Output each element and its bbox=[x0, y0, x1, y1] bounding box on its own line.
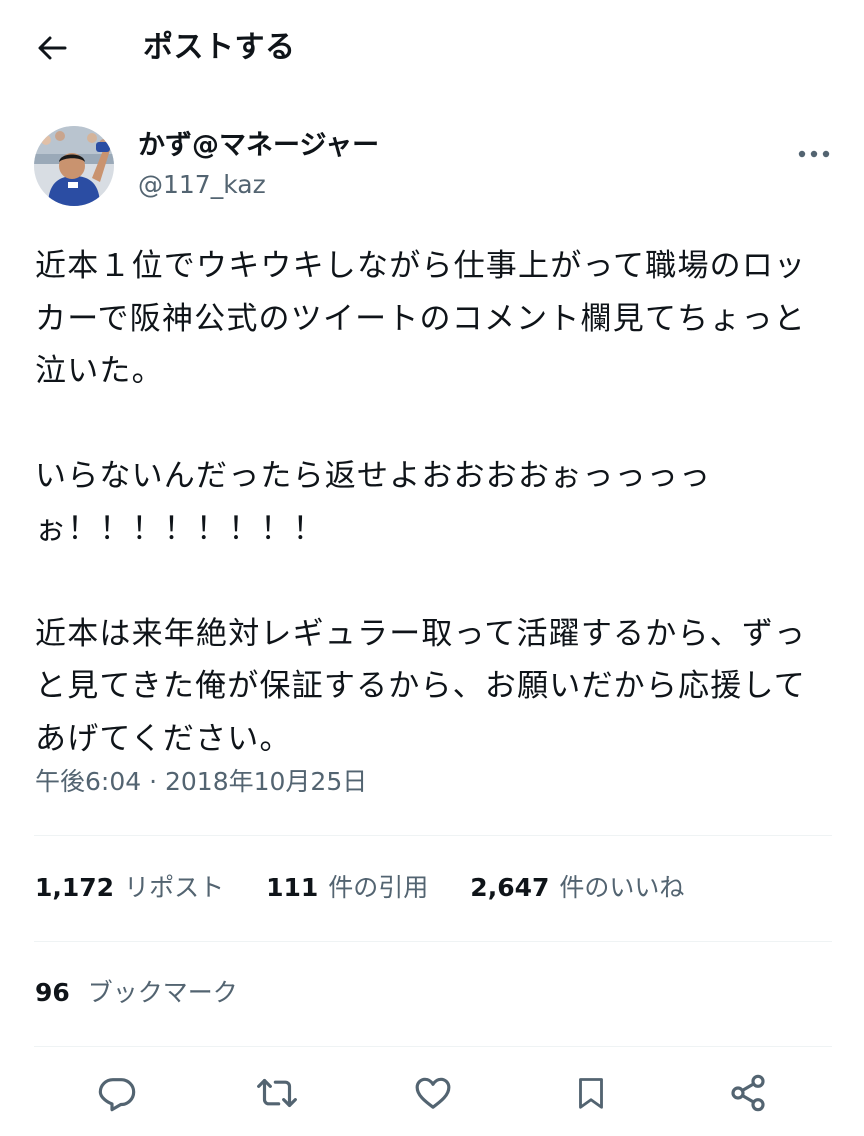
likes-label: 件のいいね bbox=[559, 873, 685, 902]
author-row: かず@マネージャー @117_kaz bbox=[34, 126, 834, 208]
bookmarks-label: ブックマーク bbox=[87, 978, 238, 1007]
repost-button[interactable] bbox=[252, 1068, 302, 1118]
reply-icon bbox=[98, 1078, 136, 1112]
divider bbox=[34, 1046, 832, 1047]
divider bbox=[34, 941, 832, 942]
bookmark-button[interactable] bbox=[566, 1068, 616, 1118]
engagement-stats: 1,172 リポスト 111 件の引用 2,647 件のいいね bbox=[35, 870, 726, 906]
page-title: ポストする bbox=[143, 30, 296, 65]
bookmarks-count: 96 bbox=[35, 978, 70, 1007]
reposts-count: 1,172 bbox=[35, 873, 115, 902]
avatar[interactable] bbox=[34, 126, 114, 206]
quotes-label: 件の引用 bbox=[328, 873, 429, 902]
arrow-left-icon bbox=[38, 36, 67, 60]
more-button[interactable] bbox=[794, 134, 834, 174]
share-button[interactable] bbox=[723, 1068, 773, 1118]
quotes-stat[interactable]: 111 件の引用 bbox=[266, 870, 428, 906]
repost-icon bbox=[257, 1078, 297, 1108]
timestamp-separator: · bbox=[149, 767, 158, 796]
back-button[interactable] bbox=[30, 26, 74, 70]
divider bbox=[34, 835, 832, 836]
tweet-text: 近本１位でウキウキしながら仕事上がって職場のロッカーで阪神公式のツイートのコメン… bbox=[35, 248, 807, 757]
like-icon bbox=[415, 1077, 451, 1109]
reposts-stat[interactable]: 1,172 リポスト bbox=[35, 870, 224, 906]
reposts-label: リポスト bbox=[124, 873, 225, 902]
timestamp-time[interactable]: 午後6:04 bbox=[35, 767, 141, 796]
reply-button[interactable] bbox=[92, 1068, 142, 1118]
quotes-count: 111 bbox=[266, 873, 319, 902]
timestamp: 午後6:04 · 2018年10月25日 bbox=[35, 764, 367, 800]
avatar-image bbox=[34, 126, 114, 206]
bookmarks-stat[interactable]: 96 ブックマーク bbox=[35, 975, 238, 1011]
top-bar: ポストする bbox=[0, 0, 864, 96]
likes-count: 2,647 bbox=[470, 873, 550, 902]
like-button[interactable] bbox=[408, 1068, 458, 1118]
display-name[interactable]: かず@マネージャー bbox=[138, 128, 379, 164]
timestamp-date[interactable]: 2018年10月25日 bbox=[165, 767, 367, 796]
bookmark-icon bbox=[579, 1078, 603, 1109]
likes-stat[interactable]: 2,647 件のいいね bbox=[470, 870, 684, 906]
share-icon bbox=[731, 1074, 765, 1112]
action-bar bbox=[0, 1068, 864, 1124]
more-horizontal-icon bbox=[798, 150, 830, 158]
user-handle[interactable]: @117_kaz bbox=[138, 168, 266, 202]
